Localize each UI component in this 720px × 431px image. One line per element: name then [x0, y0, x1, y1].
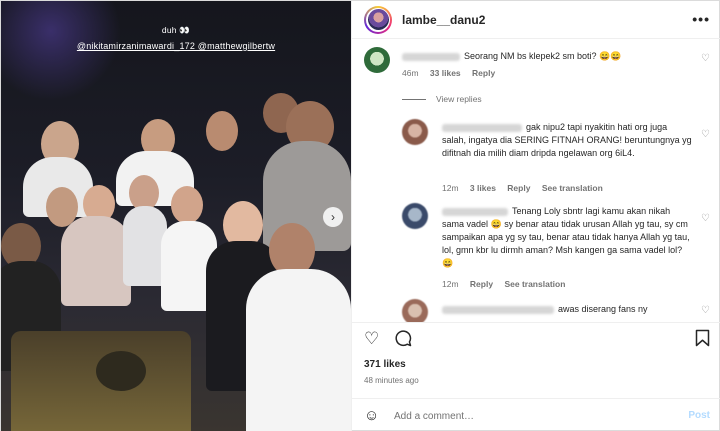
- comment-item: gak nipu2 tapi nyakitin hati org juga sa…: [364, 119, 710, 199]
- comment-meta: 12m 3 likes Reply See translation: [442, 183, 612, 193]
- add-comment-bar: ☺ Post: [352, 398, 720, 431]
- comment-time: 46m: [402, 68, 419, 78]
- comment-likes[interactable]: 3 likes: [470, 183, 496, 193]
- heart-icon[interactable]: ♡: [364, 329, 379, 349]
- comment-time: 12m: [442, 279, 459, 289]
- view-replies-button[interactable]: View replies: [402, 94, 482, 104]
- reply-button[interactable]: Reply: [507, 183, 530, 193]
- blurred-username: [442, 305, 554, 314]
- reply-button[interactable]: Reply: [472, 68, 495, 78]
- person-head: [206, 111, 238, 151]
- emoji-smile-icon[interactable]: ☺: [364, 407, 379, 424]
- instagram-post-modal: duh 👀 @nikitamirzanimawardi_172 @matthew…: [0, 0, 720, 431]
- comment-body: Tenang Loly sbntr lagi kamu akan nikah s…: [442, 205, 692, 270]
- person-head: [171, 186, 203, 224]
- overlay-tags: @nikitamirzanimawardi_172 @matthewgilber…: [1, 41, 351, 51]
- overlay-caption: duh 👀: [161, 25, 191, 35]
- post-comment-button[interactable]: Post: [688, 410, 710, 421]
- heart-icon[interactable]: ♡: [701, 213, 710, 224]
- heart-icon[interactable]: ♡: [701, 53, 710, 64]
- likes-count[interactable]: 371 likes: [364, 359, 406, 370]
- more-horizontal-icon[interactable]: •••: [692, 11, 710, 27]
- comment-item: Seorang NM bs klepek2 sm boti? 😄😄 46m 33…: [364, 47, 710, 87]
- username[interactable]: lambe__danu2: [402, 13, 485, 27]
- comment-meta: 46m 33 likes Reply: [402, 68, 504, 78]
- comment-body: gak nipu2 tapi nyakitin hati org juga sa…: [442, 121, 692, 160]
- comment-avatar[interactable]: [402, 119, 428, 145]
- post-header: lambe__danu2 •••: [352, 1, 720, 39]
- reply-button[interactable]: Reply: [470, 279, 493, 289]
- light-glow: [1, 1, 121, 101]
- comment-svg: [395, 330, 412, 347]
- person-body: [246, 269, 351, 431]
- chevron-right-icon: ›: [331, 210, 335, 224]
- next-photo-button[interactable]: ›: [323, 207, 343, 227]
- post-photo[interactable]: duh 👀 @nikitamirzanimawardi_172 @matthew…: [1, 1, 351, 431]
- comment-meta: 12m Reply See translation: [442, 279, 574, 289]
- tag-links[interactable]: @nikitamirzanimawardi_172 @matthewgilber…: [77, 41, 275, 51]
- comment-item: Tenang Loly sbntr lagi kamu akan nikah s…: [364, 203, 710, 297]
- comment-text: awas diserang fans ny: [558, 304, 648, 314]
- see-translation-button[interactable]: See translation: [504, 279, 565, 289]
- comments-list[interactable]: Seorang NM bs klepek2 sm boti? 😄😄 46m 33…: [352, 39, 720, 322]
- avatar-image: [367, 9, 389, 30]
- blurred-username: [402, 52, 460, 61]
- heart-icon[interactable]: ♡: [701, 305, 710, 316]
- person-body: [61, 216, 131, 306]
- snack-bowl: [96, 351, 146, 391]
- comment-body: awas diserang fans ny: [442, 303, 692, 316]
- avatar[interactable]: [364, 5, 392, 34]
- blurred-username: [442, 207, 508, 216]
- heart-icon[interactable]: ♡: [701, 129, 710, 140]
- post-actions-bar: ♡: [352, 322, 720, 354]
- bookmark-svg: [695, 329, 710, 347]
- comment-item: awas diserang fans ny ♡: [364, 299, 710, 322]
- blurred-username: [442, 123, 522, 132]
- bookmark-icon[interactable]: [695, 329, 710, 352]
- comment-icon[interactable]: [394, 329, 412, 352]
- comment-body: Seorang NM bs klepek2 sm boti? 😄😄: [402, 50, 692, 63]
- see-translation-button[interactable]: See translation: [542, 183, 603, 193]
- comment-avatar[interactable]: [402, 203, 428, 229]
- comment-avatar[interactable]: [364, 47, 390, 73]
- posted-time: 48 minutes ago: [364, 376, 419, 385]
- comment-text: Seorang NM bs klepek2 sm boti? 😄😄: [464, 51, 622, 61]
- comment-avatar[interactable]: [402, 299, 428, 322]
- post-sidebar: lambe__danu2 ••• Seorang NM bs klepek2 s…: [351, 1, 720, 431]
- comment-time: 12m: [442, 183, 459, 193]
- comment-likes[interactable]: 33 likes: [430, 68, 461, 78]
- add-comment-input[interactable]: [394, 407, 674, 425]
